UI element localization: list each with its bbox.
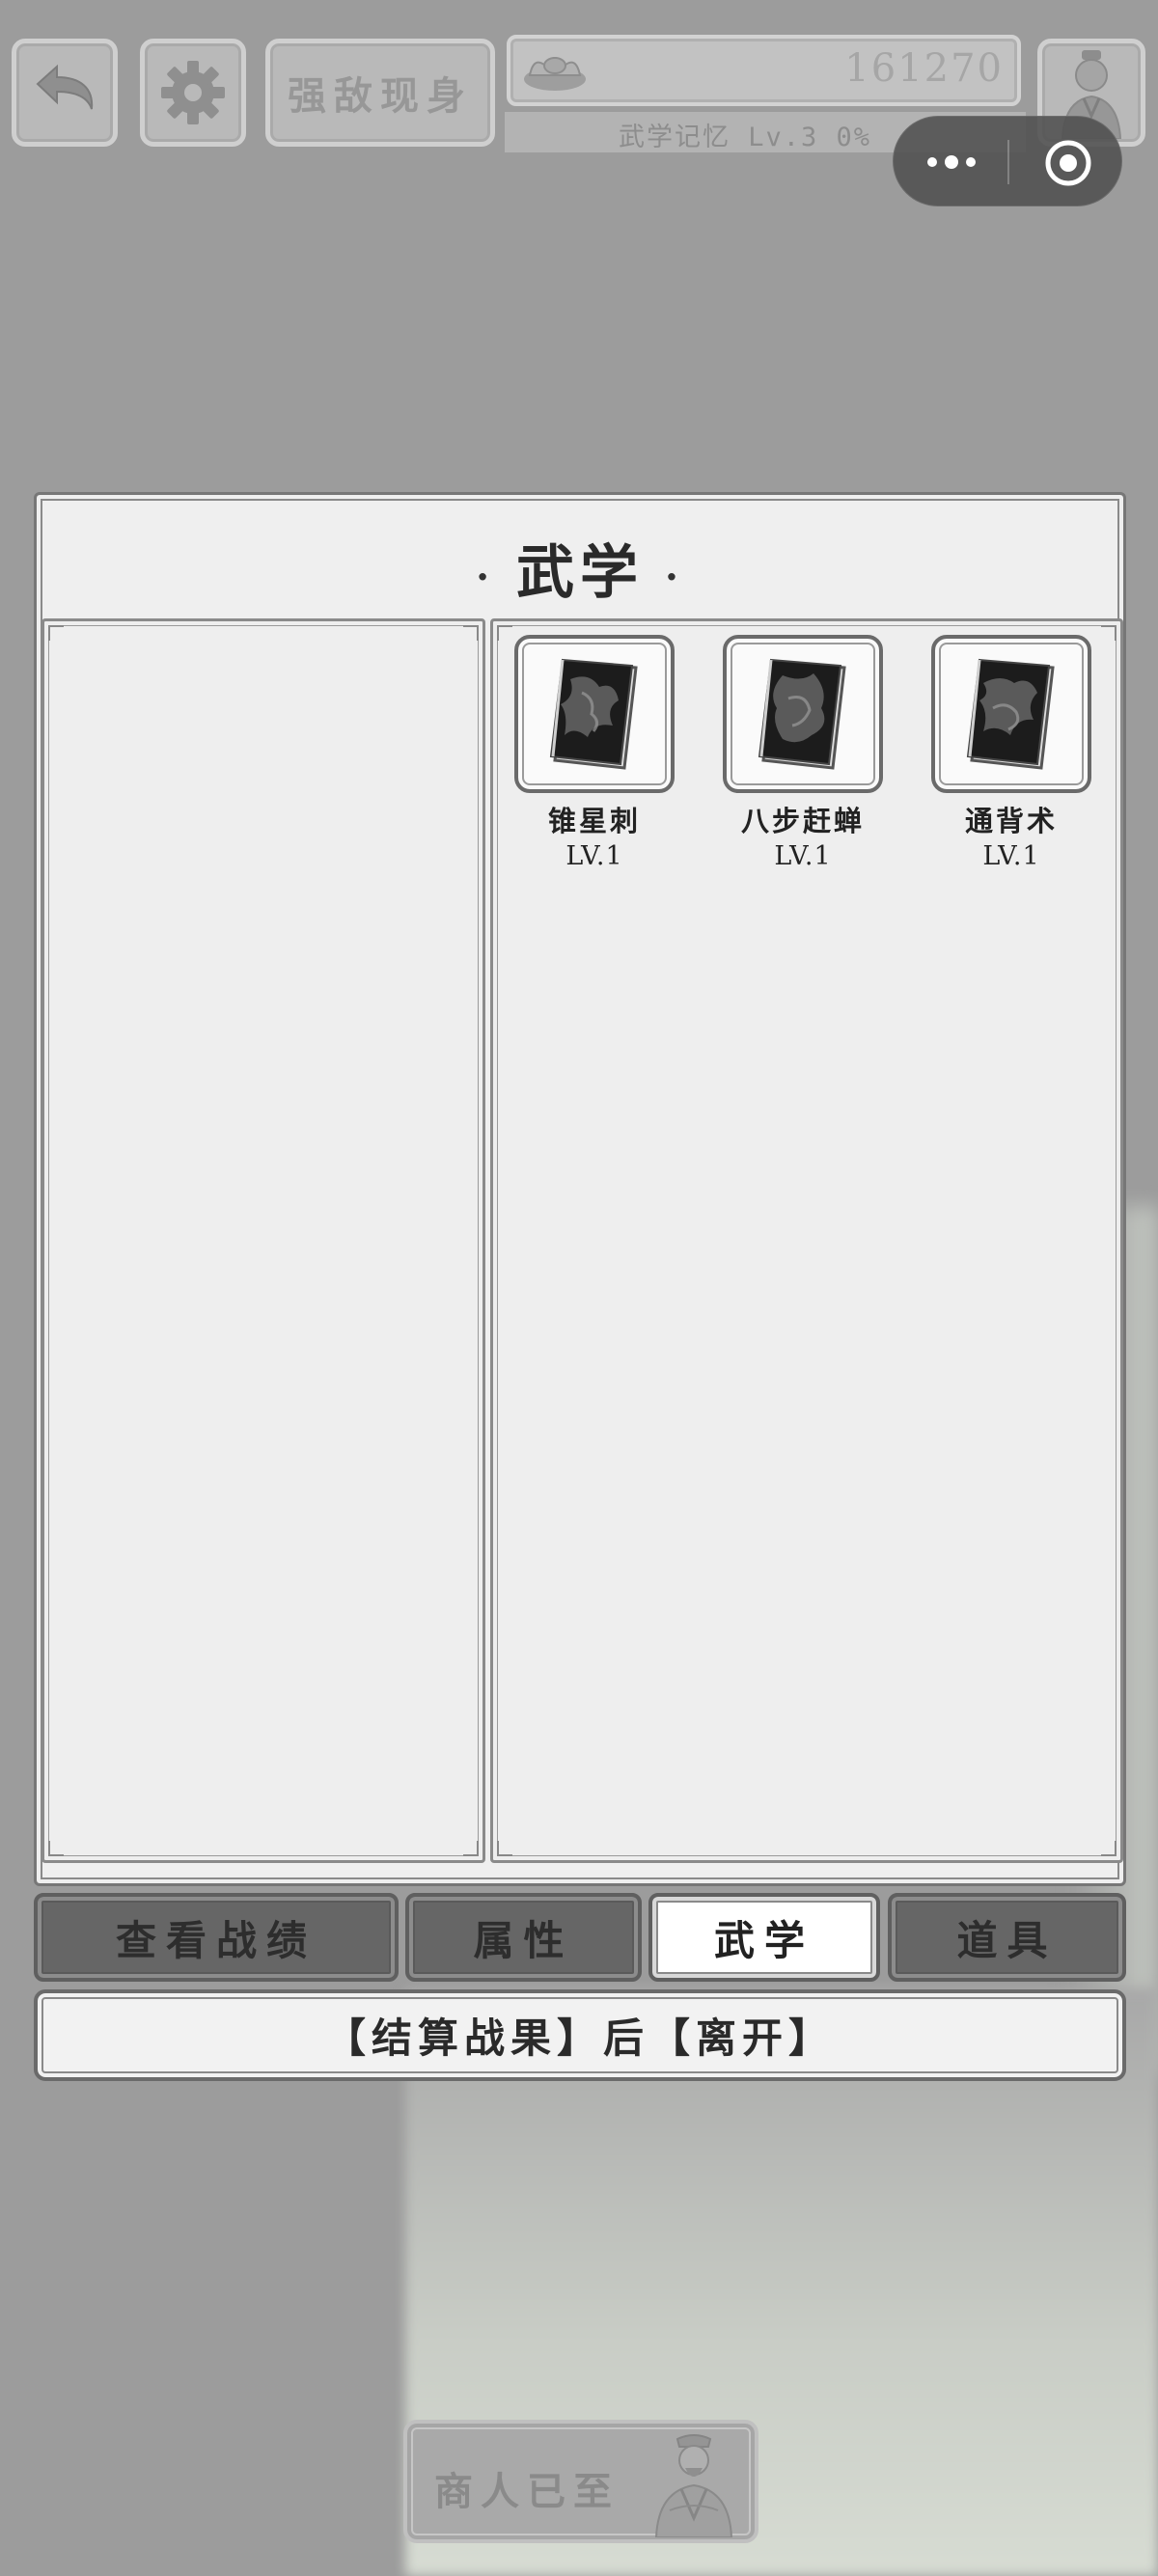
tab-items[interactable]: 道具 — [888, 1893, 1126, 1982]
corner-ornament — [48, 1841, 64, 1856]
panel-title: · 武学 · — [37, 526, 1123, 610]
corner-ornament — [463, 1841, 479, 1856]
gold-ingot-icon — [524, 57, 586, 91]
tab-battle-record[interactable]: 查看战绩 — [34, 1893, 399, 1982]
mini-program-capsule — [893, 116, 1122, 206]
more-dots-icon[interactable] — [923, 146, 980, 178]
skill-name: 通背术 — [964, 805, 1058, 837]
merchant-button[interactable]: 商人已至 — [403, 2420, 758, 2543]
martial-book-icon — [549, 658, 638, 770]
corner-ornament — [48, 625, 64, 641]
gear-icon — [161, 61, 225, 124]
skill-icon-frame — [723, 635, 883, 793]
martial-book-icon — [966, 658, 1055, 770]
martial-book-icon — [758, 658, 846, 770]
martial-arts-panel: · 武学 · 锥星刺 LV.1 八步赶蝉 LV.1 通背术 LV.1 — [34, 492, 1126, 1886]
settle-and-leave-button[interactable]: 【结算战果】后【离开】 — [34, 1989, 1126, 2081]
skill-level: LV.1 — [774, 841, 832, 871]
merchant-label: 商人已至 — [434, 2469, 620, 2514]
merchant-portrait-icon — [654, 2434, 733, 2537]
tab-martial-arts[interactable]: 武学 — [648, 1893, 880, 1982]
title-dot-right: · — [665, 555, 684, 600]
tab-attributes[interactable]: 属性 — [405, 1893, 642, 1982]
gold-counter: 161270 — [507, 35, 1021, 106]
back-button[interactable] — [12, 39, 118, 147]
strong-enemy-label: 强敌现身 — [288, 73, 473, 119]
corner-ornament — [1101, 625, 1117, 641]
capsule-divider — [1007, 140, 1009, 184]
skill-item[interactable]: 通背术 LV.1 — [929, 635, 1093, 871]
skill-level: LV.1 — [982, 841, 1040, 871]
corner-ornament — [497, 625, 512, 641]
target-close-icon[interactable] — [1043, 138, 1093, 188]
skill-detail-area — [41, 618, 485, 1863]
corner-ornament — [463, 625, 479, 641]
title-dot-left: · — [476, 555, 495, 600]
corner-ornament — [1101, 1841, 1117, 1856]
strong-enemy-button[interactable]: 强敌现身 — [265, 39, 495, 147]
skill-name: 锥星刺 — [547, 805, 641, 837]
skill-icon-frame — [931, 635, 1091, 793]
skill-list-area: 锥星刺 LV.1 八步赶蝉 LV.1 通背术 LV.1 — [490, 618, 1123, 1863]
skill-item[interactable]: 八步赶蝉 LV.1 — [721, 635, 885, 871]
martial-memory-text: 武学记忆 Lv.3 0% — [619, 123, 872, 152]
skill-name: 八步赶蝉 — [740, 805, 865, 837]
skill-level: LV.1 — [565, 841, 623, 871]
back-arrow-icon — [36, 64, 94, 110]
panel-title-text: 武学 — [516, 539, 644, 607]
skill-icon-frame — [514, 635, 675, 793]
settings-button[interactable] — [140, 39, 246, 147]
skill-item[interactable]: 锥星刺 LV.1 — [512, 635, 676, 871]
gold-value: 161270 — [844, 46, 1004, 91]
corner-ornament — [497, 1841, 512, 1856]
